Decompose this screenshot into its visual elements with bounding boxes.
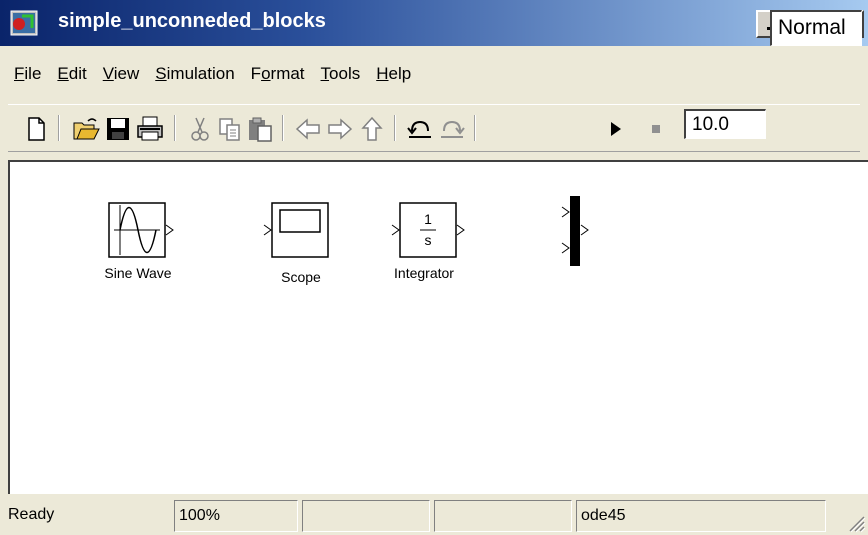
- up-icon: [361, 116, 383, 141]
- start-icon: [611, 122, 621, 136]
- up-button[interactable]: [358, 115, 386, 143]
- menu-simulation[interactable]: Simulation: [147, 64, 242, 84]
- status-bar: Ready 100% ode45: [0, 498, 868, 535]
- copy-button[interactable]: [216, 115, 244, 143]
- stop-time-input[interactable]: [684, 109, 766, 139]
- cut-icon: [191, 117, 209, 141]
- sine-wave-icon: [108, 202, 174, 258]
- sine-wave-label: Sine Wave: [104, 265, 172, 281]
- integrator-numerator: 1: [424, 211, 432, 227]
- new-button[interactable]: [22, 115, 50, 143]
- undo-button[interactable]: [406, 115, 434, 143]
- menu-view[interactable]: View: [95, 64, 148, 84]
- menu-help[interactable]: Help: [368, 64, 419, 84]
- menu-file[interactable]: File: [0, 64, 49, 84]
- print-button[interactable]: [136, 115, 164, 143]
- paste-button[interactable]: [246, 115, 274, 143]
- toolbar: [8, 104, 860, 152]
- redo-button[interactable]: [438, 115, 466, 143]
- scope-icon: [263, 202, 329, 258]
- scope-label: Scope: [281, 269, 321, 285]
- paste-icon: [249, 117, 272, 142]
- save-icon: [107, 118, 129, 140]
- stop-icon: [652, 125, 660, 133]
- open-button[interactable]: [72, 115, 100, 143]
- model-canvas[interactable]: Sine Wave Scope 1 s Integrator: [8, 160, 868, 494]
- forward-button[interactable]: [326, 115, 354, 143]
- status-field-4: [434, 500, 572, 532]
- simulink-model-icon[interactable]: [10, 10, 38, 36]
- window-title: simple_unconneded_blocks: [58, 10, 326, 32]
- integrator-denominator: s: [425, 232, 432, 248]
- print-icon: [137, 116, 163, 141]
- copy-icon: [219, 118, 240, 141]
- integrator-label: Integrator: [394, 265, 454, 281]
- menu-format[interactable]: Format: [243, 64, 313, 84]
- cut-button[interactable]: [186, 115, 214, 143]
- resize-grip-icon[interactable]: [844, 511, 866, 533]
- back-button[interactable]: [294, 115, 322, 143]
- status-state: Ready: [8, 506, 55, 523]
- save-button[interactable]: [104, 115, 132, 143]
- title-bar[interactable]: simple_unconneded_blocks: [0, 0, 868, 46]
- simulation-mode-select[interactable]: Normal: [770, 10, 862, 46]
- new-icon: [28, 117, 45, 141]
- menu-tools[interactable]: Tools: [313, 64, 369, 84]
- menu-edit[interactable]: Edit: [49, 64, 94, 84]
- sine-wave-block[interactable]: [108, 202, 178, 263]
- stop-simulation-button[interactable]: [642, 115, 670, 143]
- status-solver: ode45: [576, 500, 826, 532]
- back-icon: [295, 118, 320, 140]
- mux-block[interactable]: [560, 194, 596, 275]
- status-zoom: 100%: [174, 500, 298, 532]
- forward-icon: [328, 118, 353, 140]
- mux-icon: [561, 196, 589, 266]
- scope-block[interactable]: [262, 202, 332, 263]
- integrator-block[interactable]: 1 s: [388, 202, 468, 263]
- redo-icon: [441, 120, 465, 138]
- undo-icon: [407, 120, 431, 138]
- menu-bar: File Edit View Simulation Format Tools H…: [0, 58, 868, 90]
- integrator-icon: 1 s: [391, 202, 465, 258]
- start-simulation-button[interactable]: [602, 115, 630, 143]
- status-field-3: [302, 500, 430, 532]
- open-icon: [73, 118, 100, 140]
